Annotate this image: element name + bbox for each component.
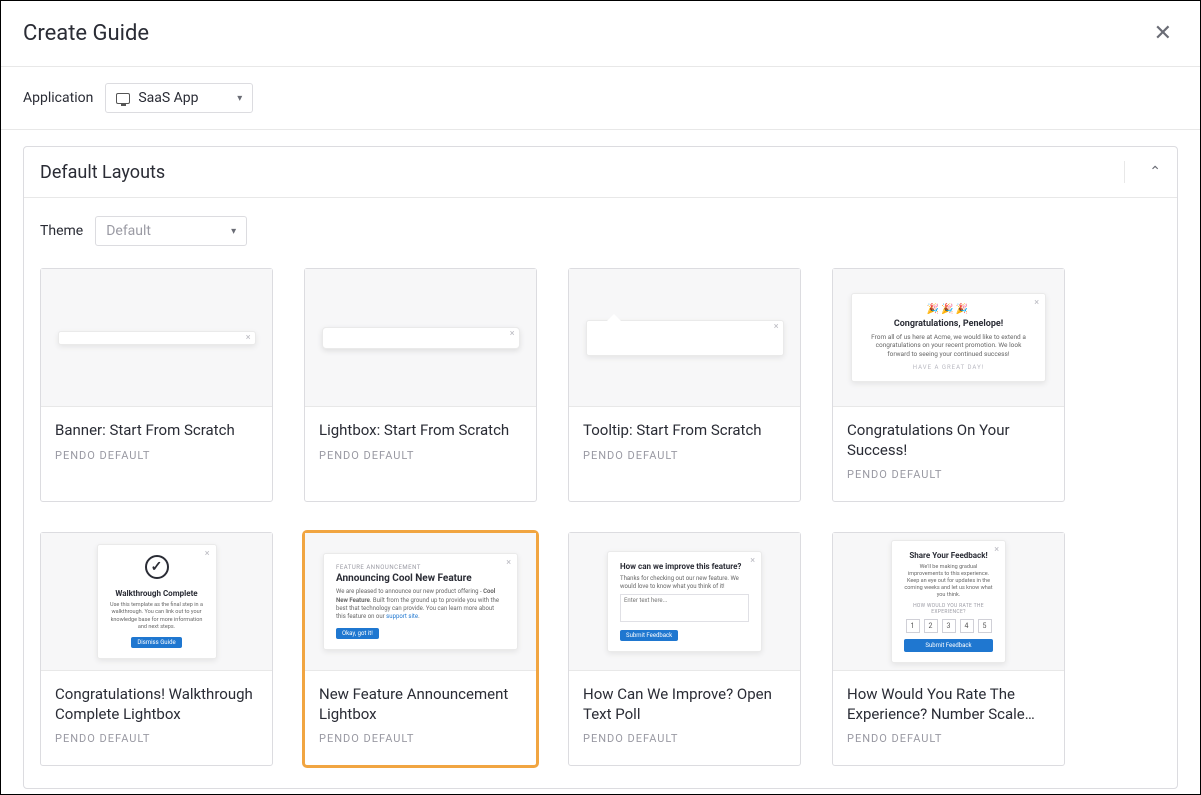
- thumb-lightbox: ×: [305, 269, 536, 407]
- panel-title: Default Layouts: [40, 162, 165, 183]
- close-icon: ×: [246, 333, 251, 343]
- mini-button: Okay, got it!: [336, 628, 379, 639]
- card-title: How Would You Rate The Experience? Numbe…: [847, 685, 1050, 724]
- chevron-down-icon: ▾: [231, 226, 236, 237]
- chevron-down-icon: ▾: [237, 93, 242, 104]
- mini-button: Dismiss Guide: [131, 637, 181, 648]
- emoji-row: 🎉🎉🎉: [864, 304, 1033, 315]
- mini-body: From all of us here at Acme, we would li…: [864, 333, 1033, 358]
- card-title: Congratulations On Your Success!: [847, 421, 1050, 460]
- card-sub: PENDO DEFAULT: [847, 468, 1050, 481]
- mini-rate: × Share Your Feedback! We'll be making g…: [891, 540, 1006, 664]
- card-title: Banner: Start From Scratch: [55, 421, 258, 441]
- panel-body: Theme Default ▾ × Banner: Start From Scr…: [24, 198, 1177, 788]
- theme-label: Theme: [40, 223, 83, 239]
- card-title: Congratulations! Walkthrough Complete Li…: [55, 685, 258, 724]
- card-sub: PENDO DEFAULT: [319, 732, 522, 745]
- close-icon: ×: [1034, 298, 1039, 308]
- layout-card-congrats[interactable]: × 🎉🎉🎉 Congratulations, Penelope! From al…: [832, 268, 1065, 502]
- mini-prompt: HOW WOULD YOU RATE THE EXPERIENCE?: [904, 603, 993, 615]
- thumb-congrats: × 🎉🎉🎉 Congratulations, Penelope! From al…: [833, 269, 1064, 407]
- thumb-feature: × FEATURE ANNOUNCEMENT Announcing Cool N…: [305, 533, 536, 671]
- mini-feature: × FEATURE ANNOUNCEMENT Announcing Cool N…: [323, 553, 518, 650]
- mini-title: Share Your Feedback!: [904, 551, 993, 560]
- mini-body: Use this template as the final step in a…: [110, 602, 204, 631]
- close-icon: ×: [750, 556, 755, 566]
- default-layouts-panel: Default Layouts ⌃ Theme Default ▾ × Bann…: [23, 146, 1178, 789]
- chevron-up-icon: ⌃: [1149, 164, 1161, 180]
- mini-footer: HAVE A GREAT DAY!: [864, 364, 1033, 371]
- mini-title: Announcing Cool New Feature: [336, 573, 505, 584]
- mini-title: How can we improve this feature?: [620, 562, 749, 571]
- card-sub: PENDO DEFAULT: [319, 449, 522, 462]
- application-label: Application: [23, 90, 93, 106]
- card-sub: PENDO DEFAULT: [55, 449, 258, 462]
- layout-card-improve[interactable]: × How can we improve this feature? Thank…: [568, 532, 801, 766]
- check-icon: [145, 555, 169, 579]
- card-sub: PENDO DEFAULT: [583, 732, 786, 745]
- mini-body: We are pleased to announce our new produ…: [336, 588, 505, 622]
- thumb-improve: × How can we improve this feature? Thank…: [569, 533, 800, 671]
- mini-lightbox: ×: [322, 327, 520, 349]
- mini-tooltip: ×: [586, 320, 784, 356]
- layout-card-banner[interactable]: × Banner: Start From Scratch PENDO DEFAU…: [40, 268, 273, 502]
- layout-card-walkthrough[interactable]: × Walkthrough Complete Use this template…: [40, 532, 273, 766]
- mini-body: We'll be making gradual improvements to …: [904, 564, 993, 600]
- card-sub: PENDO DEFAULT: [847, 732, 1050, 745]
- mini-tag: FEATURE ANNOUNCEMENT: [336, 564, 505, 571]
- card-sub: PENDO DEFAULT: [583, 449, 786, 462]
- theme-selected: Default: [106, 223, 151, 239]
- layout-grid: × Banner: Start From Scratch PENDO DEFAU…: [40, 268, 1161, 766]
- scale-row: 1 2 3 4 5: [904, 619, 993, 633]
- mini-banner: ×: [58, 331, 256, 345]
- mini-congrats: × 🎉🎉🎉 Congratulations, Penelope! From al…: [851, 293, 1046, 382]
- mini-improve: × How can we improve this feature? Thank…: [607, 551, 762, 653]
- layout-card-lightbox[interactable]: × Lightbox: Start From Scratch PENDO DEF…: [304, 268, 537, 502]
- panel-header: Default Layouts ⌃: [24, 147, 1177, 198]
- close-icon[interactable]: ✕: [1148, 19, 1178, 49]
- collapse-button[interactable]: ⌃: [1124, 161, 1161, 183]
- theme-row: Theme Default ▾: [40, 216, 1161, 246]
- mini-body: Thanks for checking out our new feature.…: [620, 575, 749, 591]
- close-icon: ×: [994, 545, 999, 555]
- close-icon: ×: [774, 322, 779, 332]
- thumb-rate: × Share Your Feedback! We'll be making g…: [833, 533, 1064, 671]
- mini-walkthrough: × Walkthrough Complete Use this template…: [97, 544, 217, 659]
- card-title: New Feature Announcement Lightbox: [319, 685, 522, 724]
- card-title: How Can We Improve? Open Text Poll: [583, 685, 786, 724]
- application-row: Application SaaS App ▾: [1, 67, 1200, 130]
- monitor-icon: [116, 93, 130, 104]
- mini-textarea: [620, 594, 749, 622]
- mini-button: Submit Feedback: [904, 639, 993, 652]
- thumb-tooltip: ×: [569, 269, 800, 407]
- thumb-banner: ×: [41, 269, 272, 407]
- application-selected: SaaS App: [138, 90, 198, 106]
- mini-title: Congratulations, Penelope!: [864, 319, 1033, 329]
- layout-card-tooltip[interactable]: × Tooltip: Start From Scratch PENDO DEFA…: [568, 268, 801, 502]
- thumb-walkthrough: × Walkthrough Complete Use this template…: [41, 533, 272, 671]
- close-icon: ×: [510, 329, 515, 339]
- mini-button: Submit Feedback: [620, 630, 678, 641]
- application-dropdown[interactable]: SaaS App ▾: [105, 83, 253, 113]
- modal-title: Create Guide: [23, 21, 149, 46]
- modal-header: Create Guide ✕: [1, 1, 1200, 67]
- close-icon: ×: [205, 549, 210, 559]
- layout-card-rate[interactable]: × Share Your Feedback! We'll be making g…: [832, 532, 1065, 766]
- card-sub: PENDO DEFAULT: [55, 732, 258, 745]
- mini-title: Walkthrough Complete: [110, 589, 204, 598]
- card-title: Lightbox: Start From Scratch: [319, 421, 522, 441]
- close-icon: ×: [506, 558, 511, 568]
- layout-card-feature[interactable]: × FEATURE ANNOUNCEMENT Announcing Cool N…: [304, 532, 537, 766]
- card-title: Tooltip: Start From Scratch: [583, 421, 786, 441]
- theme-dropdown[interactable]: Default ▾: [95, 216, 247, 246]
